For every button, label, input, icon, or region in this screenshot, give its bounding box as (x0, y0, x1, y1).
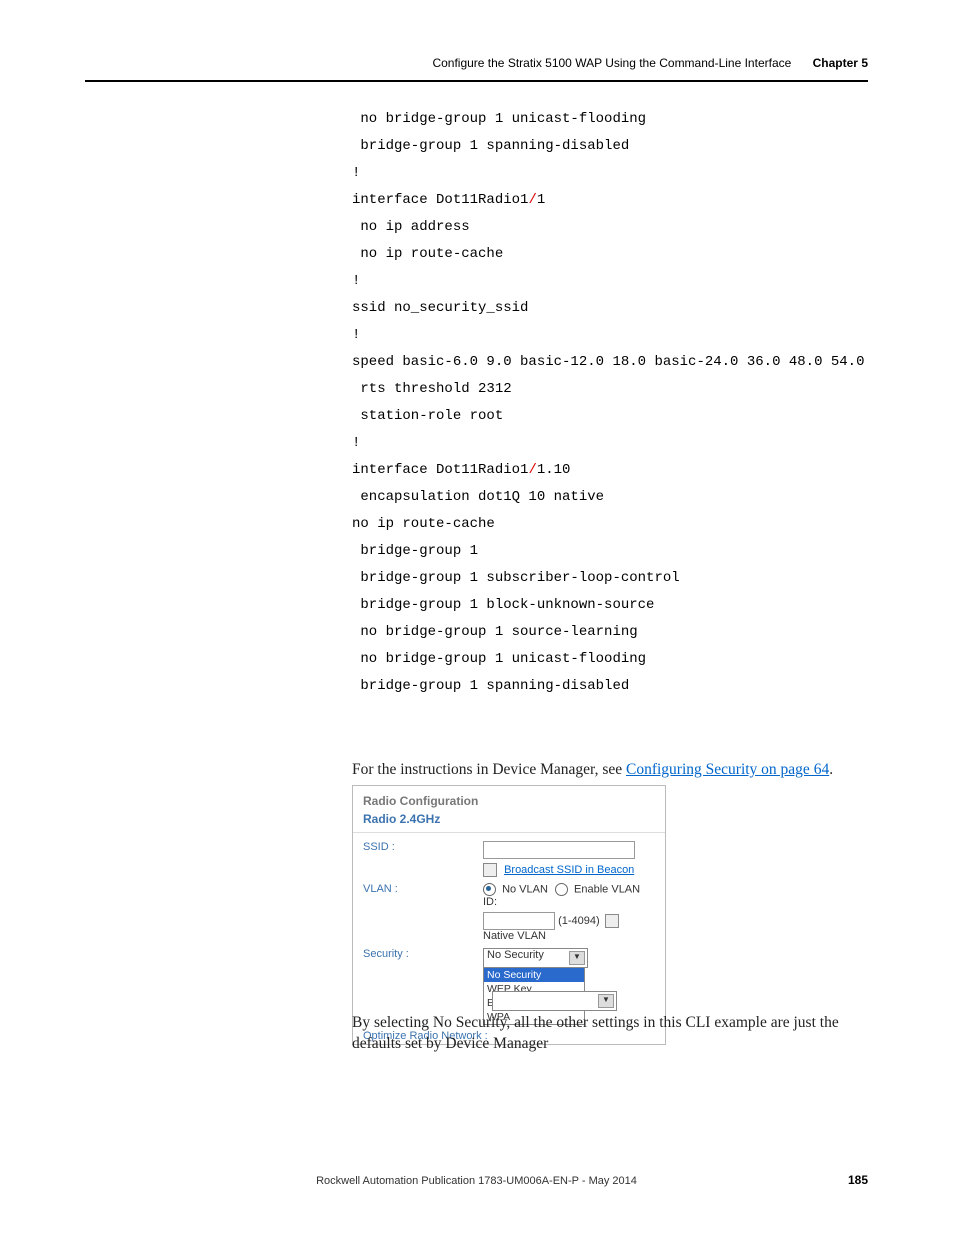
role-select-visible-wrap: ▼ (492, 991, 617, 1014)
code-line: rts threshold 2312 (352, 381, 512, 397)
page-header: Configure the Stratix 5100 WAP Using the… (85, 58, 868, 82)
code-line: ! (352, 327, 360, 343)
native-vlan-text: Native VLAN (483, 930, 546, 942)
code-line: no ip address (352, 219, 470, 235)
code-line: no ip route-cache (352, 516, 495, 532)
header-chapter: Chapter 5 (813, 56, 868, 70)
dropdown-opt-no-security[interactable]: No Security (484, 968, 584, 982)
footer-publication: Rockwell Automation Publication 1783-UM0… (85, 1175, 868, 1187)
security-label: Security : (363, 948, 483, 960)
para-text: . (829, 761, 833, 778)
code-line: bridge-group 1 spanning-disabled (352, 678, 629, 694)
code-line: ! (352, 273, 360, 289)
security-select-value: No Security (487, 949, 544, 961)
code-line: speed basic-6.0 9.0 basic-12.0 18.0 basi… (352, 354, 864, 370)
security-select[interactable]: No Security ▼ (483, 948, 588, 968)
vlan-range-text: (1-4094) (558, 915, 600, 927)
vlan-label: VLAN : (363, 883, 483, 895)
ssid-label: SSID : (363, 841, 483, 853)
code-line: no bridge-group 1 source-learning (352, 624, 638, 640)
chevron-down-icon: ▼ (569, 951, 585, 965)
code-line: interface Dot11Radio1 (352, 192, 528, 208)
header-text: Configure the Stratix 5100 WAP Using the… (432, 56, 868, 70)
vlan-id-input[interactable] (483, 912, 555, 930)
no-vlan-text: No VLAN (502, 883, 548, 895)
ssid-row: SSID : (363, 841, 655, 859)
code-line: 1 (537, 192, 545, 208)
para-text: For the instructions in Device Manager, … (352, 761, 626, 778)
page: Configure the Stratix 5100 WAP Using the… (0, 0, 954, 1235)
code-line: bridge-group 1 subscriber-loop-control (352, 570, 680, 586)
code-line: no ip route-cache (352, 246, 503, 262)
code-line: encapsulation dot1Q 10 native (352, 489, 604, 505)
code-line: bridge-group 1 block-unknown-source (352, 597, 654, 613)
code-slash: / (528, 462, 536, 478)
header-title: Configure the Stratix 5100 WAP Using the… (432, 56, 791, 70)
vlan-id-row: (1-4094) Native VLAN (363, 912, 655, 942)
code-line: no bridge-group 1 unicast-flooding (352, 111, 646, 127)
no-vlan-radio[interactable] (483, 883, 496, 896)
configuring-security-link[interactable]: Configuring Security on page 64 (626, 761, 829, 778)
enable-vlan-radio[interactable] (555, 883, 568, 896)
code-line: bridge-group 1 spanning-disabled (352, 138, 629, 154)
code-line: ssid no_security_ssid (352, 300, 528, 316)
code-line: ! (352, 165, 360, 181)
native-vlan-checkbox[interactable] (605, 914, 619, 928)
figure-title: Radio Configuration (353, 786, 665, 810)
role-select-visible[interactable]: ▼ (492, 991, 617, 1011)
code-line: ! (352, 435, 360, 451)
code-line: no bridge-group 1 unicast-flooding (352, 651, 646, 667)
code-slash: / (528, 192, 536, 208)
figure-subtitle: Radio 2.4GHz (353, 810, 665, 832)
code-block: no bridge-group 1 unicast-flooding bridg… (352, 106, 864, 700)
code-line: station-role root (352, 408, 503, 424)
code-line: 1.10 (537, 462, 571, 478)
broadcast-row: Broadcast SSID in Beacon (363, 863, 655, 877)
page-number: 185 (848, 1173, 868, 1187)
paragraph-instructions: For the instructions in Device Manager, … (352, 759, 833, 780)
broadcast-link[interactable]: Broadcast SSID in Beacon (504, 864, 634, 876)
broadcast-checkbox[interactable] (483, 863, 497, 877)
vlan-row: VLAN : No VLAN Enable VLAN ID: (363, 883, 655, 908)
radio-config-figure: Radio Configuration Radio 2.4GHz SSID : … (352, 785, 666, 1045)
paragraph-explanation: By selecting No Security, all the other … (352, 1012, 857, 1054)
ssid-input[interactable] (483, 841, 635, 859)
code-line: interface Dot11Radio1 (352, 462, 528, 478)
chevron-down-icon: ▼ (598, 994, 614, 1008)
code-line: bridge-group 1 (352, 543, 478, 559)
